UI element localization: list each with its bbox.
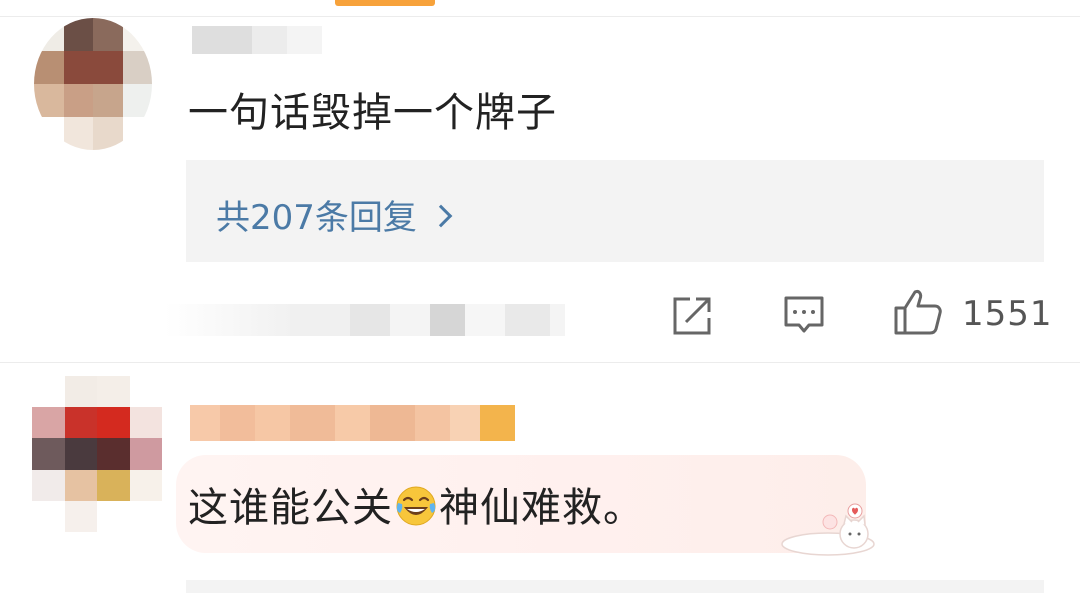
thumbs-up-icon[interactable] [893,288,943,336]
laughing-tears-emoji [396,486,436,526]
comment-text: 这谁能公关 神仙难救。 [188,475,644,533]
comment-list: 一句话毁掉一个牌子 共207条回复 1551 这谁能公关 神仙难救。 [0,0,1080,593]
comment-meta-blurred [165,292,565,348]
reply-summary-box[interactable] [186,580,1044,593]
top-tab-indicator [335,0,435,6]
like-count: 1551 [962,294,1053,334]
comment-text-part: 神仙难救。 [439,485,644,531]
chevron-right-icon [429,204,453,227]
comment-icon[interactable] [782,294,826,338]
cat-sticker-icon [781,503,875,556]
username-blurred[interactable] [192,26,322,54]
comment-text-part: 这谁能公关 [188,485,393,531]
username-blurred[interactable] [190,405,515,441]
comment-text: 一句话毁掉一个牌子 [188,90,557,136]
reply-count-label: 共207条回复 [216,198,417,238]
view-replies-link[interactable]: 共207条回复 [216,190,453,239]
avatar[interactable] [34,18,152,150]
top-divider [0,16,1080,17]
reply-summary-box[interactable]: 共207条回复 [186,160,1044,262]
avatar[interactable] [32,376,162,532]
comment-divider [0,362,1080,363]
share-icon[interactable] [670,294,714,338]
